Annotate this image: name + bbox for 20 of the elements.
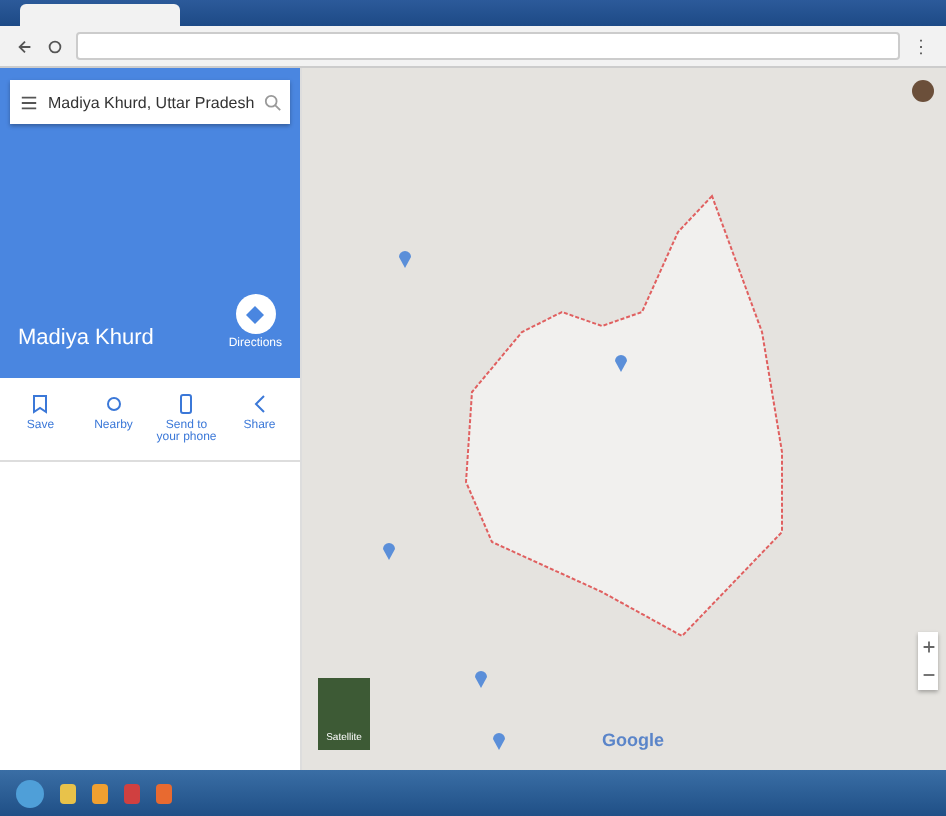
diamond-icon <box>246 305 265 323</box>
place-name: Madiya Khurd <box>18 326 154 350</box>
start-button[interactable] <box>16 779 44 807</box>
phone-icon <box>176 394 197 414</box>
search-field[interactable]: Madiya Khurd, Uttar Pradesh <box>10 80 290 124</box>
back-arrow-icon[interactable] <box>16 37 34 55</box>
map-pin-icon[interactable] <box>614 352 628 372</box>
map-logo: Google <box>602 730 664 750</box>
map-pin-icon[interactable] <box>474 668 488 688</box>
map-pin-icon[interactable] <box>382 540 396 560</box>
account-avatar-icon[interactable] <box>912 80 934 102</box>
map-pin-icon[interactable] <box>492 730 506 750</box>
menu-icon[interactable] <box>20 93 38 111</box>
circle-icon <box>103 394 124 414</box>
share-icon <box>249 394 270 414</box>
search-icon[interactable] <box>264 93 283 111</box>
zoom-in-icon[interactable] <box>919 638 937 656</box>
address-bar[interactable] <box>76 32 900 60</box>
bookmark-icon <box>30 394 51 414</box>
map-pin-icon[interactable] <box>398 248 412 268</box>
